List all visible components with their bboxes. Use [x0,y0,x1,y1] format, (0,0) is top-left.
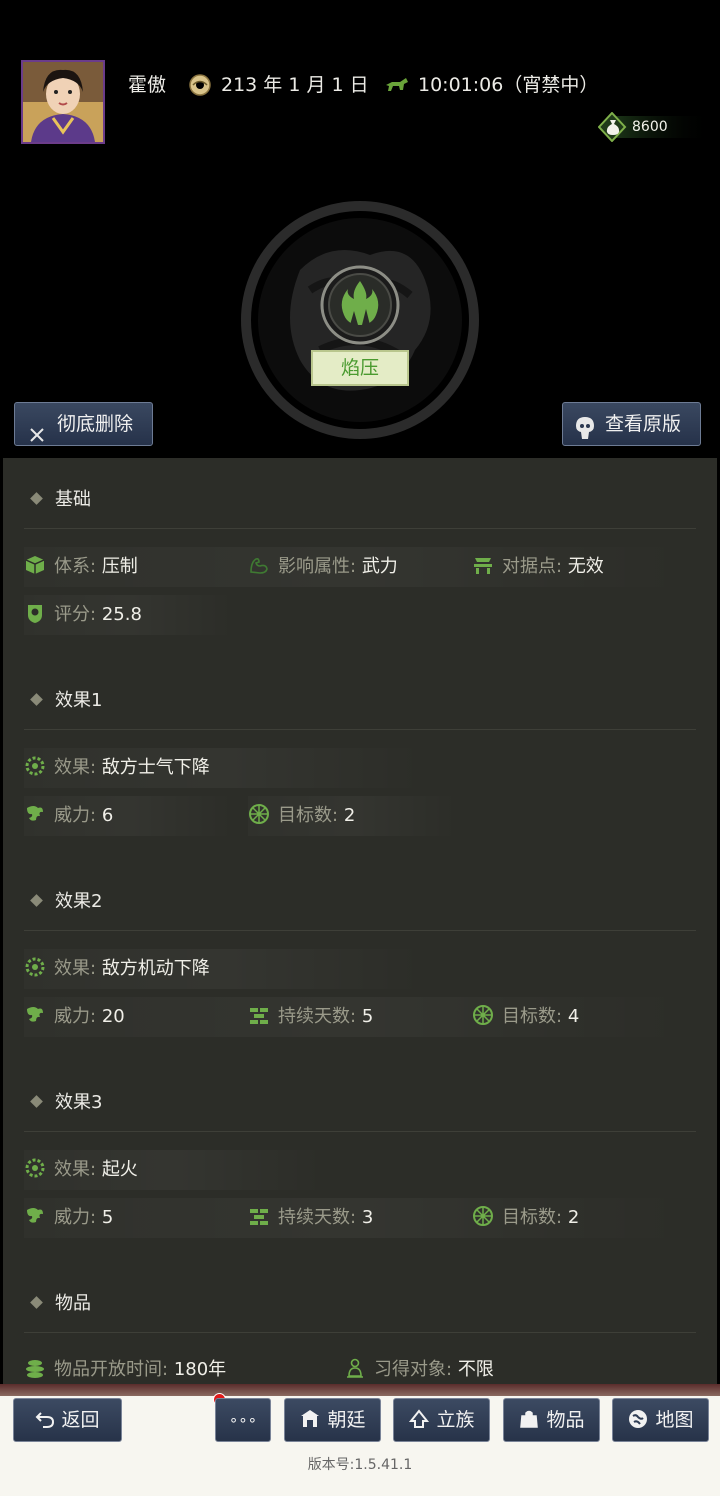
delete-button-label: 彻底删除 [57,413,134,435]
clan-button[interactable]: 立族 [393,1398,490,1442]
gear-icon [24,956,46,978]
attr-targets3: 目标数: 2 [472,1203,579,1233]
back-button[interactable]: 返回 [13,1398,122,1442]
horse-icon [384,76,410,94]
target-icon [472,1004,494,1026]
divider [24,729,696,730]
game-time: 10:01:06（宵禁中） [418,74,599,96]
delete-button[interactable]: 彻底删除 [14,402,153,446]
attr-power1: 威力: 6 [24,801,113,831]
buddha-icon [344,1357,366,1379]
gear-icon [24,1157,46,1179]
stones-icon [24,1357,46,1379]
clan-label: 立族 [436,1409,475,1431]
gear-icon [24,755,46,777]
close-icon [29,416,45,442]
section-title-item: 物品 [26,1291,91,1317]
wall-icon [248,1004,270,1026]
player-name: 霍傲 [128,74,167,96]
attr-targets1: 目标数: 2 [248,801,355,831]
divider [24,1131,696,1132]
palace-icon [301,1409,320,1427]
currency-display[interactable]: 8600 [598,112,712,142]
wall-icon [248,1205,270,1227]
attr-learner: 习得对象: 不限 [344,1355,494,1385]
more-button[interactable]: ∘∘∘ [215,1398,271,1442]
items-button[interactable]: 物品 [503,1398,600,1442]
attr-targets2: 目标数: 4 [472,1002,579,1032]
cube-icon [24,554,46,576]
bag-icon [520,1410,539,1428]
court-label: 朝廷 [327,1409,366,1431]
view-original-label: 查看原版 [605,413,682,435]
dragon-icon [24,1205,46,1227]
attr-power3: 威力: 5 [24,1203,113,1233]
map-button[interactable]: 地图 [612,1398,709,1442]
return-icon [36,1411,55,1428]
attr-power2: 威力: 20 [24,1002,125,1032]
flame-icon [320,265,400,345]
avatar[interactable] [21,60,105,144]
attr-days2: 持续天数: 5 [248,1002,373,1032]
map-icon [629,1409,648,1428]
section-title-effect3: 效果3 [26,1090,102,1116]
divider [24,528,696,529]
skill-name-tag: 焰压 [311,350,409,386]
version-label: 版本号:1.5.41.1 [307,1457,413,1473]
attr-influence: 影响属性: 武力 [248,552,398,582]
view-original-button[interactable]: 查看原版 [562,402,701,446]
muscle-icon [248,554,270,576]
dragon-icon [24,803,46,825]
attr-score: 评分: 25.8 [24,600,142,630]
section-title-effect2: 效果2 [26,889,102,915]
section-title-basic: 基础 [26,487,91,513]
divider [24,1332,696,1333]
game-date: 213 年 1 月 1 日 [221,74,369,96]
fort-icon [472,554,494,576]
attr-open-time: 物品开放时间: 180年 [24,1355,226,1385]
back-label: 返回 [61,1409,100,1431]
target-icon [248,803,270,825]
attr-days3: 持续天数: 3 [248,1203,373,1233]
jade-disc-icon [188,73,212,97]
attr-system: 体系: 压制 [24,552,138,582]
currency-value: 8600 [632,119,668,135]
skull-icon [575,413,595,439]
items-label: 物品 [546,1409,585,1431]
attr-effect3: 效果: 起火 [24,1155,138,1185]
court-button[interactable]: 朝廷 [284,1398,381,1442]
attr-effect1: 效果: 敌方士气下降 [24,753,210,783]
clan-icon [409,1408,430,1428]
divider [24,930,696,931]
attr-stronghold: 对据点: 无效 [472,552,604,582]
attr-effect2: 效果: 敌方机动下降 [24,954,210,984]
target-icon [472,1205,494,1227]
coin-bag-icon [605,118,621,136]
section-title-effect1: 效果1 [26,688,102,714]
badge-icon [24,602,46,624]
map-label: 地图 [655,1409,694,1431]
nav-rail [0,1384,720,1396]
dragon-icon [24,1004,46,1026]
more-label: ∘∘∘ [228,1411,258,1429]
